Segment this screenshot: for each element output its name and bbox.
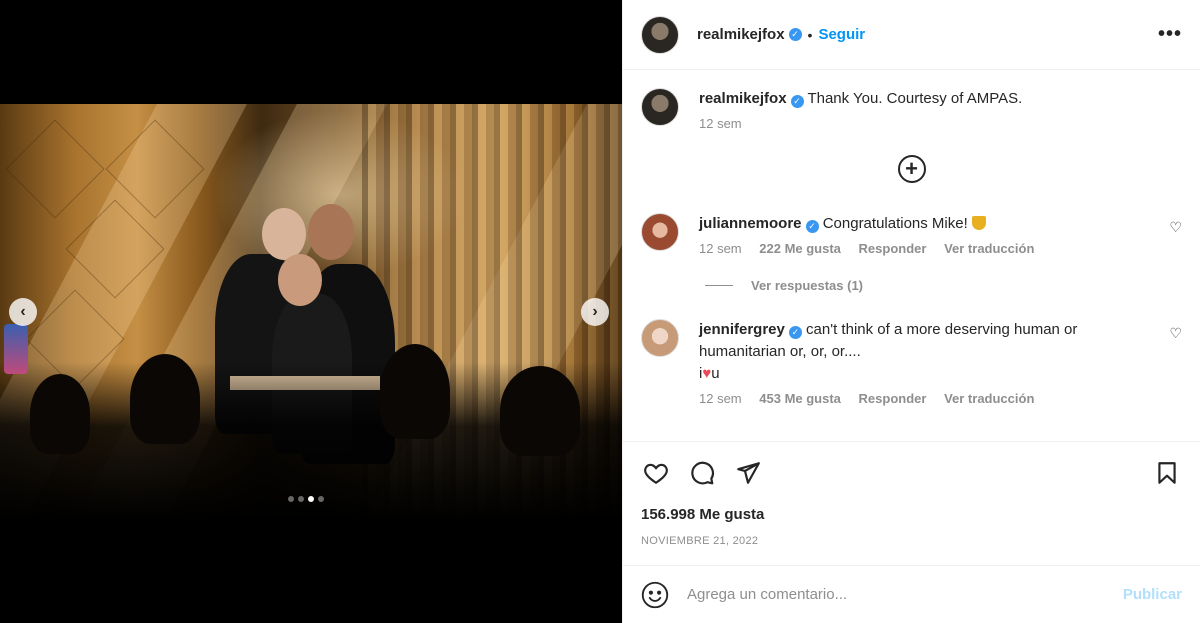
plus-circle-icon[interactable]: + <box>897 155 926 183</box>
share-icon <box>737 462 760 484</box>
audience-phone <box>4 324 28 374</box>
caption-username[interactable]: realmikejfox <box>699 90 787 107</box>
chevron-left-icon: ‹ <box>20 303 26 320</box>
comment-text: Congratulations Mike! <box>822 215 968 232</box>
translate-button[interactable]: Ver traducción <box>944 241 1034 256</box>
author-avatar[interactable] <box>641 15 679 54</box>
save-button[interactable] <box>1152 458 1182 488</box>
carousel-dot-active <box>308 496 314 502</box>
verified-badge-icon: ✓ <box>788 28 802 41</box>
audience-head <box>130 354 200 444</box>
bookmark-icon <box>1158 462 1176 484</box>
comment-text-suffix: u <box>711 365 720 382</box>
carousel-dot <box>288 496 294 502</box>
emoji-icon[interactable] <box>641 581 669 609</box>
comment-like-heart-icon[interactable]: ♡ <box>1169 325 1182 342</box>
post-actions-section: 156.998 Me gusta NOVIEMBRE 21, 2022 <box>623 441 1200 565</box>
action-bar <box>641 442 1182 504</box>
replies-divider <box>705 285 733 286</box>
separator: • <box>807 26 813 43</box>
view-replies-label: Ver respuestas (1) <box>751 278 864 293</box>
post-header: realmikejfox ✓ • Seguir ••• <box>623 0 1200 70</box>
more-options-icon[interactable]: ••• <box>1158 23 1182 46</box>
reply-button[interactable]: Responder <box>859 241 927 256</box>
comment-icon <box>691 461 714 485</box>
verified-badge-icon: ✓ <box>788 325 802 339</box>
person-head <box>278 254 322 306</box>
comment-time[interactable]: 12 sem <box>699 241 742 256</box>
post-caption: realmikejfox ✓ Thank You. Courtesy of AMP… <box>641 70 1182 131</box>
reply-button[interactable]: Responder <box>859 391 927 406</box>
red-heart-emoji-icon: ♥ <box>702 365 712 382</box>
translate-button[interactable]: Ver traducción <box>944 391 1034 406</box>
author-username[interactable]: realmikejfox <box>697 26 785 43</box>
caption-time[interactable]: 12 sem <box>699 116 742 131</box>
comment-username[interactable]: juliannemoore <box>699 215 802 232</box>
post-photo <box>0 104 622 522</box>
add-comment-bar: Publicar <box>623 565 1200 623</box>
trophy-emoji-icon <box>971 216 986 230</box>
instagram-post: ‹ › realmikejfox ✓ • Seguir ••• realmike… <box>0 0 1200 623</box>
next-slide-button[interactable]: › <box>581 298 609 326</box>
view-replies-button[interactable]: Ver respuestas (1) <box>705 278 1182 293</box>
commenter-avatar[interactable] <box>641 319 679 357</box>
wall-pattern <box>5 119 105 219</box>
verified-badge-icon: ✓ <box>805 219 819 233</box>
comments-list[interactable]: realmikejfox ✓ Thank You. Courtesy of AMP… <box>623 70 1200 441</box>
comment-likes[interactable]: 453 Me gusta <box>759 391 841 406</box>
publish-button[interactable]: Publicar <box>1123 586 1182 603</box>
audience-head <box>30 374 90 454</box>
carousel-dot <box>298 496 304 502</box>
comment-button[interactable] <box>687 458 717 488</box>
heart-icon <box>644 463 668 485</box>
comment-username[interactable]: jennifergrey <box>699 321 785 338</box>
share-button[interactable] <box>733 458 763 488</box>
post-date[interactable]: NOVIEMBRE 21, 2022 <box>641 535 1182 565</box>
carousel-dot <box>318 496 324 502</box>
person-head <box>308 204 354 260</box>
comment-likes[interactable]: 222 Me gusta <box>759 241 841 256</box>
chevron-right-icon: › <box>592 303 598 320</box>
follow-button[interactable]: Seguir <box>818 26 865 43</box>
post-side-panel: realmikejfox ✓ • Seguir ••• realmikejfox… <box>622 0 1200 623</box>
comment-item: juliannemoore ✓ Congratulations Mike! 12 … <box>641 213 1182 256</box>
comment-like-heart-icon[interactable]: ♡ <box>1169 219 1182 236</box>
caption-text: Thank You. Courtesy of AMPAS. <box>807 90 1023 107</box>
commenter-avatar[interactable] <box>641 213 679 251</box>
carousel-indicator <box>288 496 324 502</box>
audience-head <box>380 344 450 439</box>
comment-time[interactable]: 12 sem <box>699 391 742 406</box>
audience-head <box>500 366 580 456</box>
author-avatar[interactable] <box>641 88 679 126</box>
previous-slide-button[interactable]: ‹ <box>9 298 37 326</box>
likes-count[interactable]: 156.998 Me gusta <box>641 506 1182 523</box>
verified-badge-icon: ✓ <box>790 94 804 108</box>
comment-item: jennifergrey ✓ can't think of a more dese… <box>641 319 1182 406</box>
comment-input[interactable] <box>687 586 1123 603</box>
like-button[interactable] <box>641 458 671 488</box>
person-head <box>262 208 306 260</box>
post-media: ‹ › <box>0 0 622 623</box>
